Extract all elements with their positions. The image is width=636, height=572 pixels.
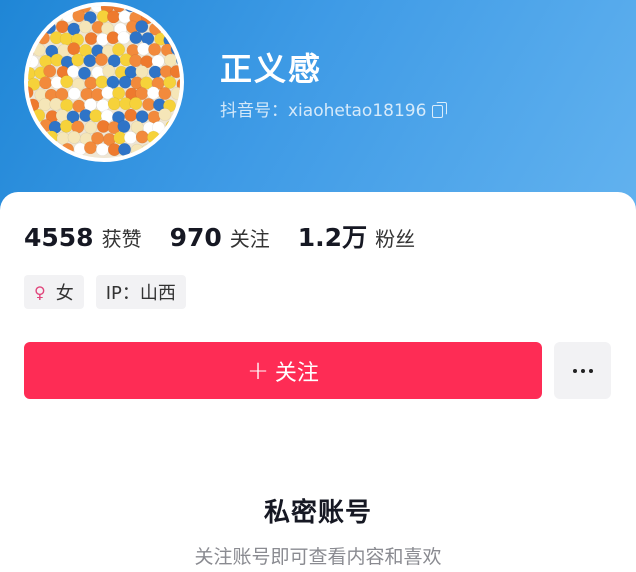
gender-tag: ♀ 女 [24, 275, 84, 309]
ip-label: IP：山西 [105, 283, 176, 304]
stat-likes-label: 获赞 [101, 227, 142, 251]
female-icon: ♀ [34, 282, 46, 302]
account-id-row[interactable]: 抖音号：xiaohetao18196 [220, 96, 448, 121]
stat-followers-value: 1.2万 [297, 223, 368, 252]
profile-card: 4558 获赞 970 关注 1.2万 粉丝 ♀ 女 IP：山西 + 关注 私密… [0, 192, 636, 572]
follow-label: 关注 [274, 360, 319, 386]
private-account-title: 私密账号 [263, 498, 372, 528]
more-icon [572, 368, 593, 373]
gender-label: 女 [55, 283, 74, 304]
profile-name: 正义感 [220, 50, 323, 88]
stat-following-value: 970 [169, 223, 222, 252]
stat-likes-value: 4558 [24, 223, 94, 252]
ip-tag: IP：山西 [95, 275, 186, 309]
stat-following[interactable]: 970 关注 [170, 223, 270, 252]
avatar[interactable] [24, 2, 184, 162]
stat-followers[interactable]: 1.2万 粉丝 [298, 218, 415, 254]
avatar-image [28, 6, 180, 158]
plus-icon: + [247, 355, 269, 386]
private-account-subtitle: 关注账号即可查看内容和喜欢 [194, 546, 442, 568]
profile-header: 正义感 抖音号：xiaohetao18196 [0, 0, 636, 215]
stat-likes[interactable]: 4558 获赞 [24, 223, 142, 252]
profile-tags: ♀ 女 IP：山西 [24, 275, 186, 309]
stats-row: 4558 获赞 970 关注 1.2万 粉丝 [24, 218, 443, 254]
stat-followers-label: 粉丝 [375, 227, 416, 251]
copy-icon[interactable] [432, 101, 448, 118]
account-id: 抖音号：xiaohetao18196 [220, 101, 427, 121]
stat-following-label: 关注 [229, 227, 270, 251]
more-button[interactable] [554, 342, 611, 399]
follow-button[interactable]: + 关注 [24, 342, 542, 399]
